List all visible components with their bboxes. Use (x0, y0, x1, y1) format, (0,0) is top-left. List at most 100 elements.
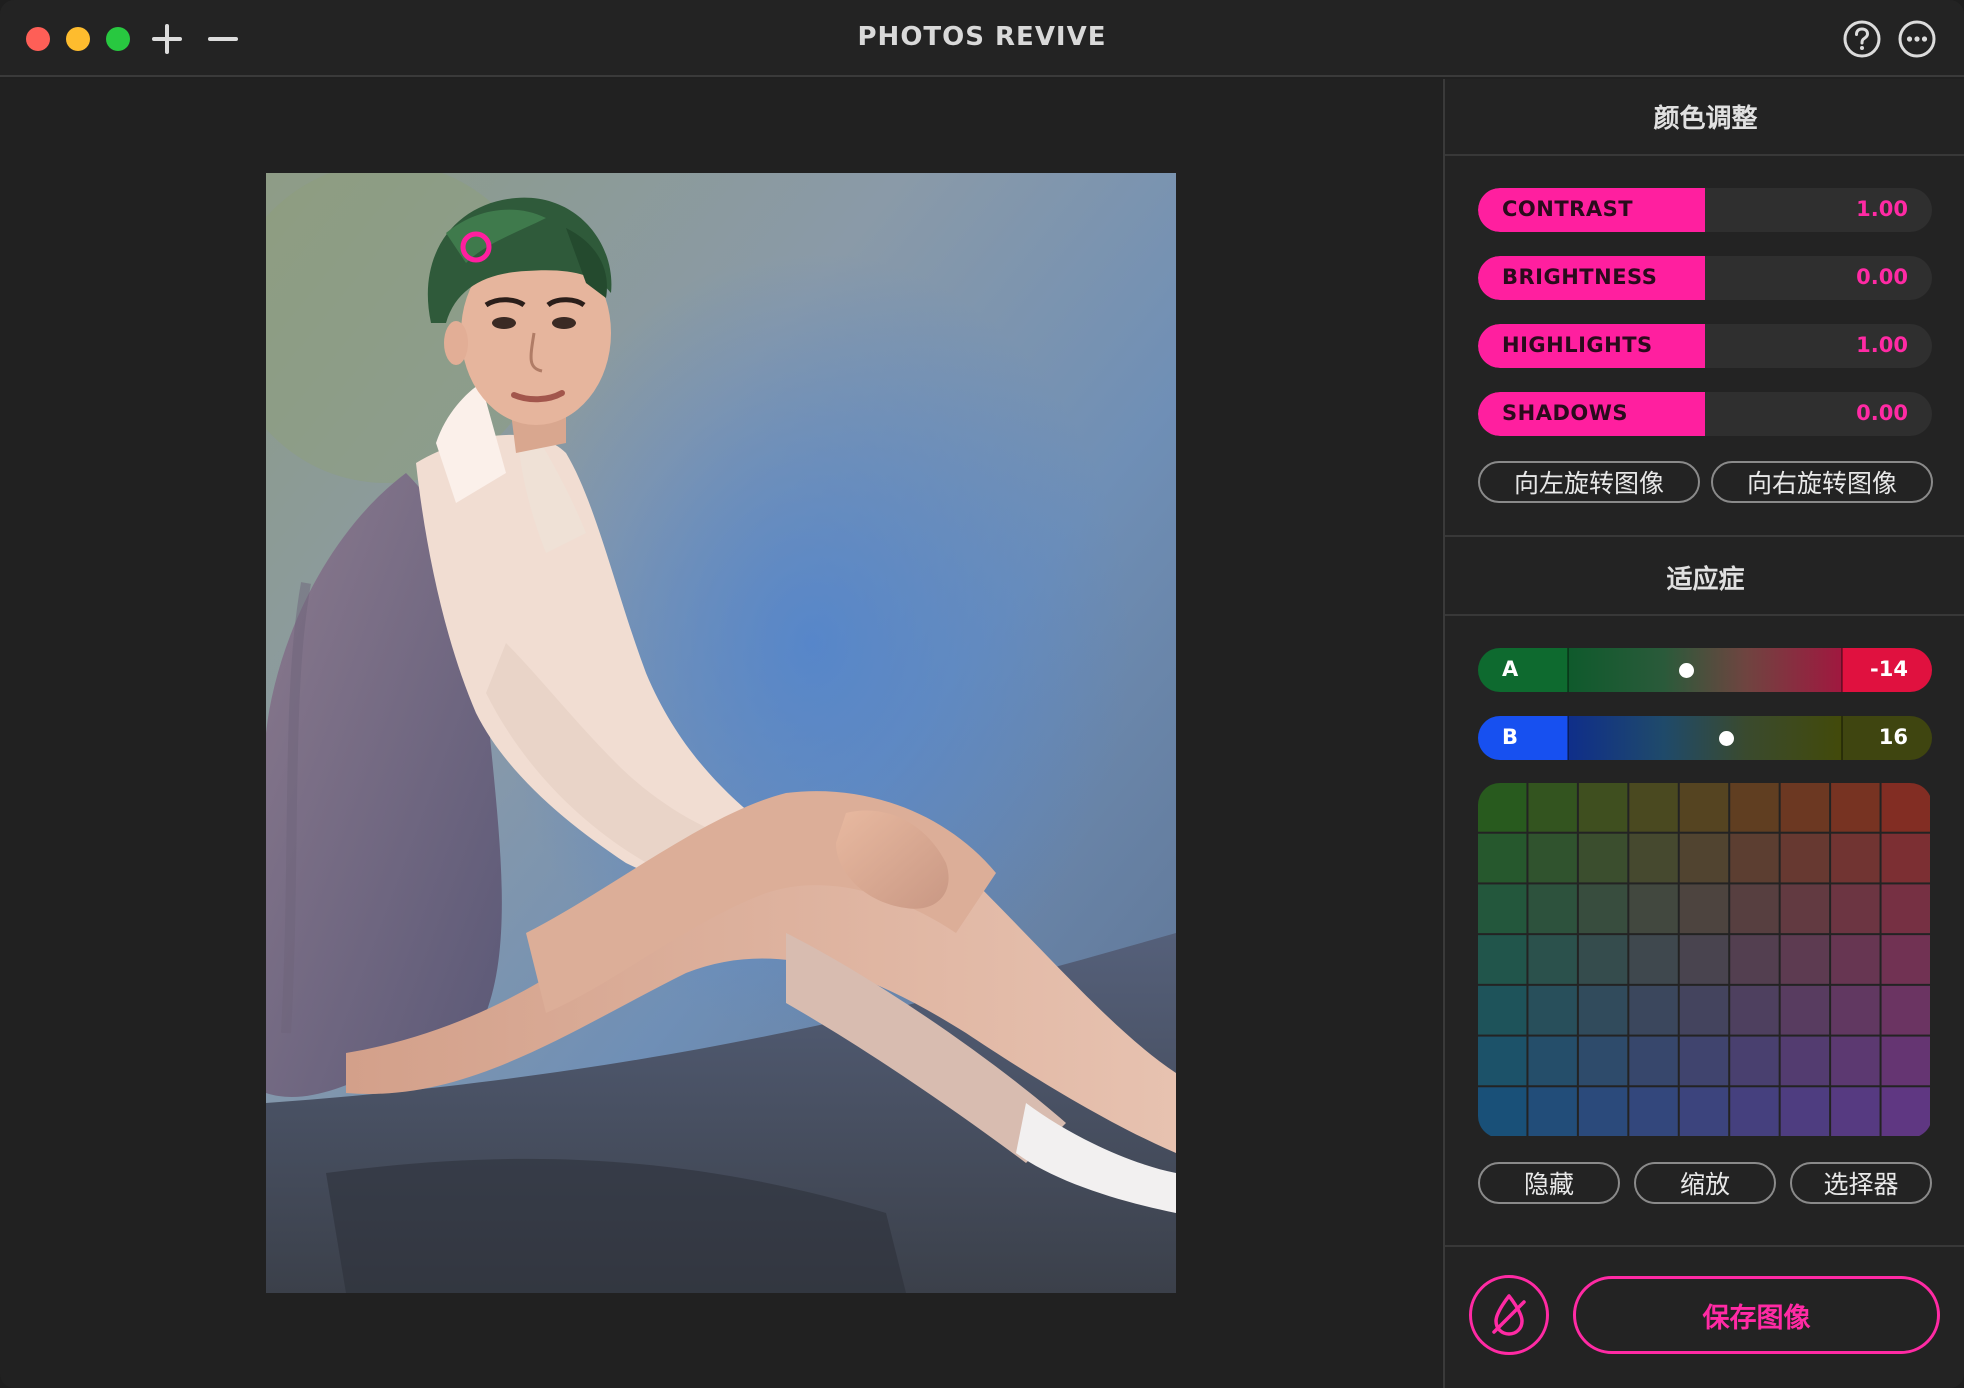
color-grid-cell[interactable] (1629, 935, 1678, 984)
color-grid-cell[interactable] (1881, 1087, 1930, 1136)
color-grid-cell[interactable] (1780, 985, 1830, 1035)
color-grid-cell[interactable] (1528, 1087, 1577, 1136)
color-grid-cell[interactable] (1629, 833, 1678, 883)
color-grid-cell[interactable] (1578, 935, 1628, 984)
color-grid-cell[interactable] (1780, 935, 1830, 984)
color-grid-cell[interactable] (1881, 884, 1930, 934)
window-title: PHOTOS REVIVE (857, 22, 1107, 52)
color-grid-cell[interactable] (1478, 1087, 1527, 1136)
question-circle-icon (1843, 20, 1881, 58)
a-channel-knob[interactable] (1679, 663, 1694, 678)
hide-button[interactable]: 隐藏 (1478, 1162, 1620, 1204)
brightness-label: BRIGHTNESS (1502, 265, 1658, 289)
b-channel-separator (1567, 716, 1569, 760)
color-grid-cell[interactable] (1528, 884, 1577, 934)
color-grid-cell[interactable] (1831, 1087, 1880, 1136)
ellipsis-circle-icon (1898, 20, 1936, 58)
color-grid-cell[interactable] (1730, 833, 1779, 883)
color-grid-cell[interactable] (1679, 1036, 1729, 1086)
color-grid-cell[interactable] (1478, 884, 1527, 934)
color-grid-cell[interactable] (1730, 1087, 1779, 1136)
picker-button[interactable]: 选择器 (1790, 1162, 1932, 1204)
color-grid-cell[interactable] (1679, 833, 1729, 883)
color-grid-cell[interactable] (1478, 935, 1527, 984)
color-grid-cell[interactable] (1629, 1036, 1678, 1086)
color-grid-cell[interactable] (1679, 884, 1729, 934)
color-grid-cell[interactable] (1881, 985, 1930, 1035)
divider (1445, 1245, 1964, 1247)
droplet-slash-icon (1492, 1294, 1526, 1336)
a-channel-label: A (1502, 657, 1519, 681)
color-grid-cell[interactable] (1629, 884, 1678, 934)
color-grid-cell[interactable] (1831, 884, 1880, 934)
color-grid-cell[interactable] (1578, 884, 1628, 934)
color-grid-cell[interactable] (1578, 783, 1628, 832)
contrast-slider[interactable]: CONTRAST 1.00 (1478, 188, 1932, 232)
color-grid-cell[interactable] (1478, 985, 1527, 1035)
rotate-left-button[interactable]: 向左旋转图像 (1478, 461, 1700, 503)
a-channel-slider[interactable]: A -14 (1478, 648, 1932, 692)
color-grid-cell[interactable] (1881, 1036, 1930, 1086)
color-drop-button[interactable] (1469, 1275, 1549, 1355)
color-grid-cell[interactable] (1881, 783, 1930, 832)
color-grid-cell[interactable] (1679, 1087, 1729, 1136)
save-image-button[interactable]: 保存图像 (1573, 1276, 1940, 1354)
rotate-right-button[interactable]: 向右旋转图像 (1711, 461, 1933, 503)
color-grid-cell[interactable] (1730, 783, 1779, 832)
color-grid-cell[interactable] (1730, 935, 1779, 984)
color-grid-cell[interactable] (1780, 1036, 1830, 1086)
app-window: PHOTOS REVIVE 颜色调整 CONTRAST 1.00 BRIGHTN… (0, 0, 1964, 1388)
color-grid-cell[interactable] (1881, 833, 1930, 883)
highlights-slider[interactable]: HIGHLIGHTS 1.00 (1478, 324, 1932, 368)
color-grid-cell[interactable] (1478, 783, 1527, 832)
color-balance-grid[interactable] (1478, 783, 1932, 1138)
color-grid-cell[interactable] (1780, 783, 1830, 832)
color-grid-cell[interactable] (1831, 783, 1880, 832)
adaptation-title: 适应症 (1666, 565, 1745, 595)
contrast-label: CONTRAST (1502, 197, 1634, 221)
color-grid-cell[interactable] (1578, 1036, 1628, 1086)
image-canvas[interactable] (0, 79, 1442, 1388)
highlights-label: HIGHLIGHTS (1502, 333, 1653, 357)
title-bar: PHOTOS REVIVE (0, 0, 1964, 77)
color-grid-cell[interactable] (1629, 1087, 1678, 1136)
color-grid-svg[interactable] (1478, 783, 1932, 1138)
highlights-value: 1.00 (1856, 333, 1908, 357)
more-options-button[interactable] (1895, 17, 1939, 61)
b-channel-slider[interactable]: B 16 (1478, 716, 1932, 760)
color-grid-cell[interactable] (1679, 783, 1729, 832)
color-grid-cell[interactable] (1629, 985, 1678, 1035)
color-grid-cell[interactable] (1730, 884, 1779, 934)
color-grid-cell[interactable] (1679, 935, 1729, 984)
color-grid-cell[interactable] (1730, 1036, 1779, 1086)
color-grid-cell[interactable] (1528, 833, 1577, 883)
color-grid-cell[interactable] (1629, 783, 1678, 832)
color-grid-cell[interactable] (1881, 935, 1930, 984)
color-grid-cell[interactable] (1478, 1036, 1527, 1086)
help-button[interactable] (1840, 17, 1884, 61)
a-channel-separator (1841, 648, 1843, 692)
brightness-slider[interactable]: BRIGHTNESS 0.00 (1478, 256, 1932, 300)
color-grid-cell[interactable] (1578, 1087, 1628, 1136)
color-grid-cell[interactable] (1578, 985, 1628, 1035)
color-grid-cell[interactable] (1831, 1036, 1880, 1086)
color-grid-cell[interactable] (1528, 985, 1577, 1035)
color-grid-cell[interactable] (1831, 985, 1880, 1035)
color-grid-cell[interactable] (1780, 1087, 1830, 1136)
color-grid-cell[interactable] (1528, 783, 1577, 832)
colorized-photo[interactable] (266, 173, 1176, 1293)
color-grid-cell[interactable] (1780, 833, 1830, 883)
color-grid-cell[interactable] (1478, 833, 1527, 883)
color-grid-cell[interactable] (1831, 833, 1880, 883)
color-grid-cell[interactable] (1730, 985, 1779, 1035)
color-grid-cell[interactable] (1679, 985, 1729, 1035)
color-grid-cell[interactable] (1528, 1036, 1577, 1086)
zoom-button[interactable]: 缩放 (1634, 1162, 1776, 1204)
color-grid-cell[interactable] (1528, 935, 1577, 984)
b-channel-knob[interactable] (1719, 731, 1734, 746)
shadows-slider[interactable]: SHADOWS 0.00 (1478, 392, 1932, 436)
color-adjust-title: 颜色调整 (1653, 104, 1758, 134)
color-grid-cell[interactable] (1831, 935, 1880, 984)
color-grid-cell[interactable] (1780, 884, 1830, 934)
color-grid-cell[interactable] (1578, 833, 1628, 883)
